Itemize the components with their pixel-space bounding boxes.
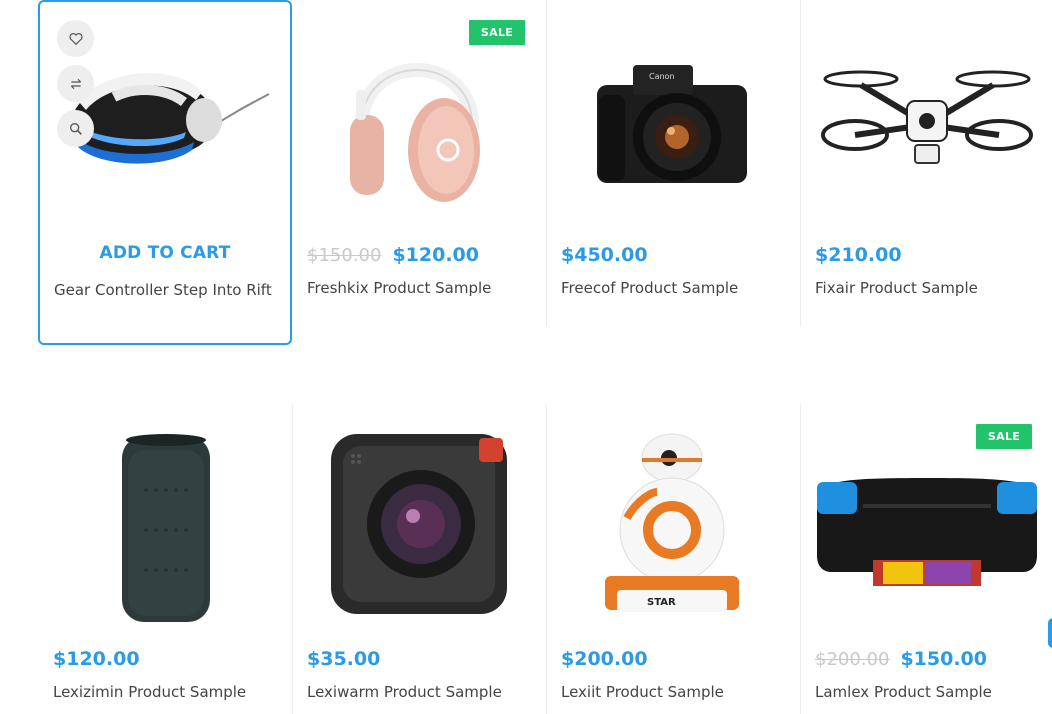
product-image-action-camera[interactable] bbox=[329, 432, 509, 616]
product-image-printer[interactable] bbox=[813, 474, 1041, 594]
product-price: $210.00 bbox=[815, 244, 902, 266]
sale-badge: SALE bbox=[976, 424, 1032, 449]
product-card-lexizimin[interactable]: $120.00 Lexizimin Product Sample bbox=[38, 404, 293, 714]
add-to-cart-button[interactable]: ADD TO CART bbox=[40, 243, 290, 263]
sale-badge: SALE bbox=[469, 20, 525, 45]
compare-icon bbox=[70, 78, 81, 89]
product-price: $150.00 bbox=[900, 648, 987, 670]
search-icon bbox=[69, 122, 82, 135]
old-price: $150.00 bbox=[307, 245, 382, 266]
product-card-lexiit[interactable]: STAR $200.00 Lexiit Product Sample bbox=[547, 404, 801, 714]
product-image-drone[interactable] bbox=[821, 65, 1033, 180]
product-name[interactable]: Lamlex Product Sample bbox=[815, 683, 992, 702]
scroll-to-top-button[interactable] bbox=[1048, 618, 1052, 648]
product-name[interactable]: Freshkix Product Sample bbox=[307, 279, 491, 298]
heart-icon bbox=[68, 32, 83, 45]
product-price: $450.00 bbox=[561, 244, 648, 266]
product-price: $120.00 bbox=[392, 244, 479, 266]
product-card-fixair[interactable]: $210.00 Fixair Product Sample bbox=[801, 0, 1052, 326]
product-price: $35.00 bbox=[307, 648, 381, 670]
product-name[interactable]: Lexiwarm Product Sample bbox=[307, 683, 502, 702]
product-image-headphones[interactable] bbox=[342, 20, 492, 212]
product-price: $120.00 bbox=[53, 648, 140, 670]
product-price: $200.00 bbox=[561, 648, 648, 670]
svg-text:STAR: STAR bbox=[647, 597, 676, 608]
product-image-robot-toy[interactable]: STAR bbox=[597, 430, 747, 620]
quick-view-button[interactable] bbox=[57, 110, 94, 147]
product-name[interactable]: Freecof Product Sample bbox=[561, 279, 738, 298]
product-name[interactable]: Gear Controller Step Into Rift bbox=[54, 281, 274, 300]
product-card-freshkix[interactable]: SALE $150.00 $120.00 Freshkix Product Sa… bbox=[292, 0, 547, 326]
product-card-lamlex[interactable]: SALE $200.00 $150.00 Lamlex Product Samp… bbox=[801, 404, 1052, 714]
product-image-speaker[interactable] bbox=[116, 430, 216, 626]
svg-text:Canon: Canon bbox=[649, 72, 675, 81]
product-card-freecof[interactable]: Canon $450.00 Freecof Product Sample bbox=[547, 0, 801, 326]
product-card-gear-controller[interactable]: ADD TO CART Gear Controller Step Into Ri… bbox=[38, 0, 292, 345]
product-name[interactable]: Fixair Product Sample bbox=[815, 279, 978, 298]
product-card-lexiwarm[interactable]: $35.00 Lexiwarm Product Sample bbox=[293, 404, 547, 714]
product-name[interactable]: Lexizimin Product Sample bbox=[53, 683, 246, 702]
compare-button[interactable] bbox=[57, 65, 94, 102]
product-image-camera[interactable]: Canon bbox=[593, 55, 755, 190]
old-price: $200.00 bbox=[815, 649, 890, 670]
product-name[interactable]: Lexiit Product Sample bbox=[561, 683, 724, 702]
wishlist-button[interactable] bbox=[57, 20, 94, 57]
